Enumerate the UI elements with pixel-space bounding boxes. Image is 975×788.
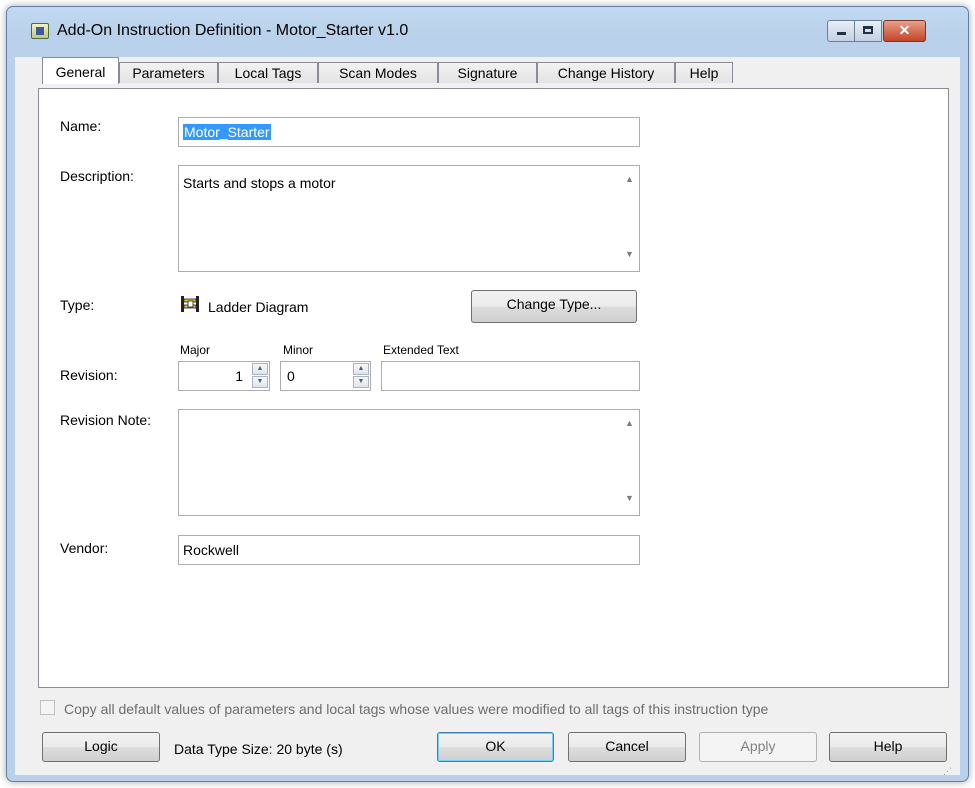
vendor-value: Rockwell [183,542,240,558]
name-label: Name: [60,118,102,134]
maximize-icon [863,26,873,34]
copy-defaults-label: Copy all default values of parameters an… [64,701,769,717]
tab-parameters[interactable]: Parameters [119,62,218,83]
scroll-up-icon[interactable]: ▲ [621,174,638,191]
revision-note-scrollbar[interactable]: ▲ ▼ [621,410,639,515]
logic-button[interactable]: Logic [42,732,160,762]
vendor-label: Vendor: [60,540,109,556]
maximize-button[interactable] [854,20,882,42]
tab-general[interactable]: General [42,57,119,84]
tab-signature[interactable]: Signature [438,62,537,83]
extended-text-field[interactable] [381,361,640,391]
name-value: Motor_Starter [183,124,271,140]
tab-local-tags[interactable]: Local Tags [218,62,318,83]
minor-revision-spinner[interactable]: 0 ▲ ▼ [280,361,371,391]
spin-up-icon[interactable]: ▲ [353,363,369,375]
data-type-size: Data Type Size: 20 byte (s) [174,741,343,757]
resize-grip-icon[interactable]: ⋰ [938,764,954,780]
description-value: Starts and stops a motor [183,175,336,191]
major-revision-spinner[interactable]: 1 ▲ ▼ [178,361,270,391]
name-field[interactable]: Motor_Starter [178,117,640,147]
aoi-definition-icon [31,23,49,39]
revision-label: Revision: [60,367,118,383]
close-icon: ✕ [898,22,911,38]
spin-up-icon[interactable]: ▲ [252,363,268,375]
description-field[interactable]: Starts and stops a motor ▲ ▼ [178,165,640,272]
tab-change-history[interactable]: Change History [537,62,675,83]
type-value: Ladder Diagram [208,299,309,315]
minor-value: 0 [287,368,295,384]
scroll-down-icon[interactable]: ▼ [621,249,638,266]
ladder-diagram-icon [181,296,199,312]
major-label: Major [180,343,211,357]
extended-text-label: Extended Text [383,343,459,357]
spin-down-icon[interactable]: ▼ [353,376,369,388]
ok-button[interactable]: OK [437,732,554,762]
change-type-button[interactable]: Change Type... [471,290,637,323]
description-scrollbar[interactable]: ▲ ▼ [621,166,639,271]
revision-note-label: Revision Note: [60,412,152,428]
help-button[interactable]: Help [829,732,947,762]
close-button[interactable]: ✕ [883,20,926,42]
minor-label: Minor [283,343,314,357]
spin-down-icon[interactable]: ▼ [252,376,268,388]
window-title: Add-On Instruction Definition - Motor_St… [57,22,409,39]
tab-help[interactable]: Help [675,62,733,83]
type-label: Type: [60,297,95,313]
minimize-icon [837,32,846,35]
cancel-button[interactable]: Cancel [568,732,686,762]
apply-button[interactable]: Apply [699,732,817,762]
copy-defaults-checkbox[interactable] [40,700,55,715]
major-value: 1 [235,368,243,384]
revision-note-field[interactable]: ▲ ▼ [178,409,640,516]
description-label: Description: [60,168,134,184]
scroll-down-icon[interactable]: ▼ [621,493,638,510]
minimize-button[interactable] [827,20,855,42]
tab-scan-modes[interactable]: Scan Modes [318,62,438,83]
scroll-up-icon[interactable]: ▲ [621,418,638,435]
vendor-field[interactable]: Rockwell [178,535,640,565]
title-bar[interactable]: Add-On Instruction Definition - Motor_St… [7,7,968,57]
